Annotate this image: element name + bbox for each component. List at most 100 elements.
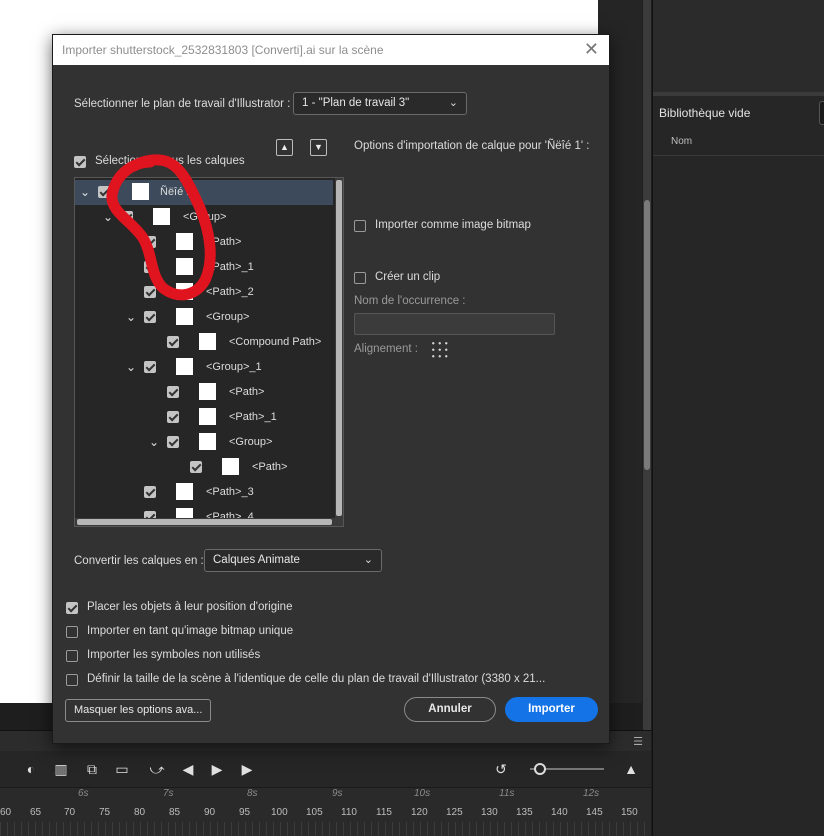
hide-advanced-options-button[interactable]: Masquer les options ava... xyxy=(65,699,212,722)
onion-skin-icon[interactable]: ◐ xyxy=(20,758,42,780)
layer-name: <Path> xyxy=(252,461,288,473)
panel-menu-icon[interactable]: ☰ xyxy=(633,735,643,748)
layer-name: <Path> xyxy=(206,236,242,248)
import-dialog: Importer shutterstock_2532831803 [Conver… xyxy=(52,34,610,744)
layer-checkbox[interactable] xyxy=(190,461,202,473)
layer-checkbox[interactable] xyxy=(144,261,156,273)
tree-row[interactable]: ⌄ <Group> xyxy=(75,305,333,330)
timeline-ruler[interactable]: 6s 7s 8s 9s 10s 11s 12s 60 65 70 75 80 8… xyxy=(0,787,651,836)
play-icon[interactable]: ▶ xyxy=(206,758,228,780)
tree-row[interactable]: ⌄ <Group> xyxy=(75,430,333,455)
cancel-button[interactable]: Annuler xyxy=(404,697,496,722)
artboard-select-value: 1 - "Plan de travail 3" xyxy=(302,97,410,109)
mountain-icon[interactable]: ▲ xyxy=(620,758,642,780)
layer-checkbox[interactable] xyxy=(144,286,156,298)
layer-tree[interactable]: ⌄ Ñëîé 1 ⌄ <Group> <Path> <Path>_1 <Path… xyxy=(74,177,344,527)
expand-all-icon[interactable]: ▲ xyxy=(276,139,293,156)
artboard-label: Sélectionner le plan de travail d'Illust… xyxy=(74,98,291,110)
layer-thumbnail xyxy=(176,233,193,250)
frame-number: 100 xyxy=(271,807,288,818)
second-label: 9s xyxy=(332,788,343,799)
convert-layers-select[interactable]: Calques Animate ⌄ xyxy=(204,549,382,572)
layer-thumbnail xyxy=(153,208,170,225)
tree-row[interactable]: <Path>_1 xyxy=(75,405,333,430)
tree-vertical-scrollbar[interactable] xyxy=(335,178,343,518)
single-bitmap-checkbox[interactable] xyxy=(66,626,78,638)
chevron-down-icon[interactable]: ⌄ xyxy=(103,210,113,224)
artboard-select[interactable]: 1 - "Plan de travail 3" ⌄ xyxy=(293,92,467,115)
frame-number: 60 xyxy=(0,807,12,818)
step-forward-icon[interactable]: ▶ xyxy=(236,758,258,780)
second-label: 10s xyxy=(414,788,431,799)
layer-checkbox[interactable] xyxy=(167,411,179,423)
tree-row[interactable]: ⌄ <Group> xyxy=(75,205,333,230)
layer-checkbox[interactable] xyxy=(144,236,156,248)
create-clip-checkbox[interactable] xyxy=(354,272,366,284)
stage-size-checkbox[interactable] xyxy=(66,674,78,686)
library-column-name[interactable]: Nom xyxy=(671,136,692,147)
zoom-slider-knob[interactable] xyxy=(534,763,546,775)
layer-name: <Path> xyxy=(229,386,265,398)
unused-symbols-checkbox[interactable] xyxy=(66,650,78,662)
layer-name: <Group> xyxy=(229,436,273,448)
tree-horizontal-scrollbar[interactable] xyxy=(75,518,343,526)
convert-layers-label: Convertir les calques en : xyxy=(74,555,204,567)
tree-row[interactable]: ⌄ <Group>_1 xyxy=(75,355,333,380)
import-bitmap-checkbox[interactable] xyxy=(354,220,366,232)
instance-name-input[interactable] xyxy=(354,313,555,335)
chevron-down-icon[interactable]: ⌄ xyxy=(149,435,159,449)
frame-number: 115 xyxy=(376,807,392,818)
chevron-down-icon[interactable]: ⌄ xyxy=(80,185,90,199)
layer-checkbox[interactable] xyxy=(98,186,110,198)
frames-icon[interactable]: ▥ xyxy=(50,758,72,780)
undo-icon[interactable]: ↺ xyxy=(490,758,512,780)
layer-checkbox[interactable] xyxy=(167,386,179,398)
original-position-checkbox[interactable] xyxy=(66,602,78,614)
insert-frame-icon[interactable]: ⧉ xyxy=(81,758,103,780)
tree-scroll-thumb[interactable] xyxy=(336,180,342,516)
dialog-title: Importer shutterstock_2532831803 [Conver… xyxy=(62,43,384,57)
tree-row[interactable]: <Path> xyxy=(75,455,333,480)
tree-hscroll-thumb[interactable] xyxy=(77,519,332,525)
collapse-all-icon[interactable]: ▼ xyxy=(310,139,327,156)
layer-thumbnail xyxy=(199,383,216,400)
stage-vertical-scrollbar[interactable] xyxy=(643,0,651,730)
tree-row[interactable]: <Path>_2 xyxy=(75,280,333,305)
chevron-down-icon[interactable]: ⌄ xyxy=(126,360,136,374)
tree-row[interactable]: <Path>_3 xyxy=(75,480,333,505)
stage-scroll-thumb[interactable] xyxy=(644,200,650,470)
frame-number: 145 xyxy=(586,807,603,818)
layer-checkbox[interactable] xyxy=(144,311,156,323)
layer-checkbox[interactable] xyxy=(121,211,133,223)
close-icon[interactable]: ✕ xyxy=(584,40,599,58)
tree-row[interactable]: <Path> xyxy=(75,380,333,405)
timeline-panel: ☰ ◐ ▥ ⧉ ▭ ⤻ ◀ ▶ ▶ ↺ ▲ 6s 7s 8s 9s 10s 11… xyxy=(0,730,651,836)
select-all-checkbox[interactable] xyxy=(74,156,86,168)
layer-name: <Path>_3 xyxy=(206,486,254,498)
layer-name: <Path>_1 xyxy=(229,411,277,423)
import-button[interactable]: Importer xyxy=(505,697,598,722)
library-search-input[interactable] xyxy=(819,101,824,125)
layer-checkbox[interactable] xyxy=(144,361,156,373)
tree-row[interactable]: <Path> xyxy=(75,230,333,255)
dialog-titlebar[interactable]: Importer shutterstock_2532831803 [Conver… xyxy=(53,35,609,65)
layer-name: <Group> xyxy=(206,311,250,323)
loop-icon[interactable]: ⤻ xyxy=(146,758,168,780)
step-back-icon[interactable]: ◀ xyxy=(177,758,199,780)
layer-thumbnail xyxy=(176,258,193,275)
chevron-down-icon: ⌄ xyxy=(363,554,373,566)
layer-checkbox[interactable] xyxy=(167,436,179,448)
registration-grid-icon[interactable] xyxy=(430,340,450,360)
frame-number: 140 xyxy=(551,807,568,818)
library-panel: Bibliothèque vide Nom xyxy=(652,0,824,836)
keyframe-icon[interactable]: ▭ xyxy=(111,758,133,780)
chevron-down-icon[interactable]: ⌄ xyxy=(126,310,136,324)
layer-options-title: Options d'importation de calque pour 'Ñë… xyxy=(354,140,590,152)
tree-row[interactable]: <Path>_1 xyxy=(75,255,333,280)
second-label: 8s xyxy=(247,788,258,799)
layer-checkbox[interactable] xyxy=(144,486,156,498)
layer-checkbox[interactable] xyxy=(167,336,179,348)
convert-layers-value: Calques Animate xyxy=(213,554,300,566)
tree-row[interactable]: <Compound Path> xyxy=(75,330,333,355)
tree-row[interactable]: ⌄ Ñëîé 1 xyxy=(75,180,333,205)
